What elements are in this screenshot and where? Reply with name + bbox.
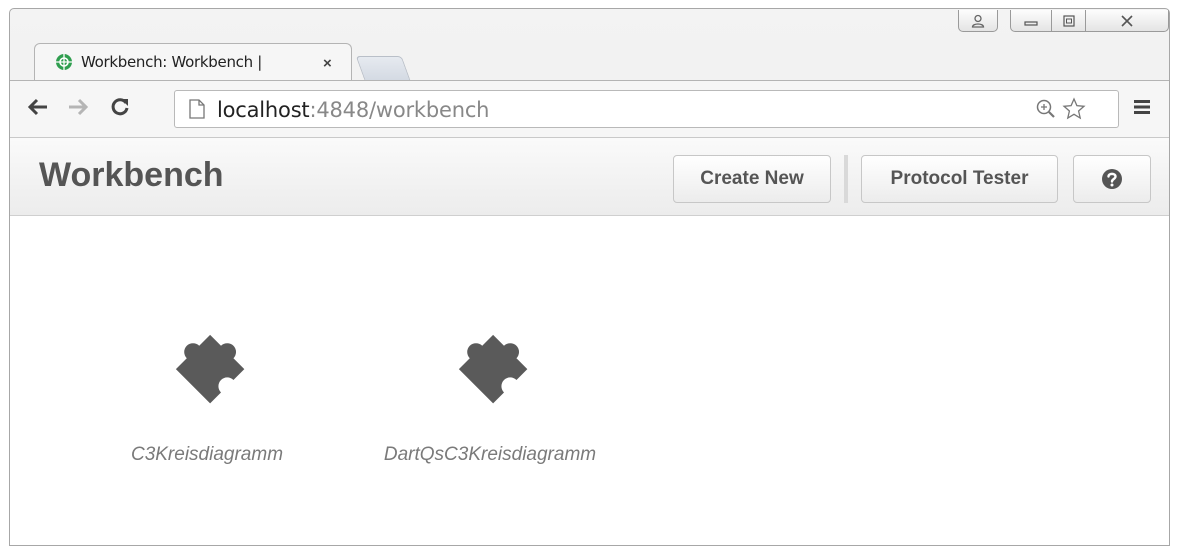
tab-title: Workbench: Workbench |: [81, 53, 263, 71]
extension-item[interactable]: C3Kreisdiagramm: [87, 311, 327, 466]
new-tab-button[interactable]: [355, 56, 411, 80]
back-button[interactable]: [27, 97, 49, 121]
close-icon: [1121, 14, 1133, 27]
address-bar[interactable]: localhost:4848/workbench: [174, 90, 1119, 128]
protocol-tester-button[interactable]: Protocol Tester: [861, 155, 1058, 203]
zoom-icon[interactable]: [1036, 99, 1056, 119]
header-divider: [844, 155, 848, 203]
arrow-left-icon: [27, 98, 47, 116]
forward-button[interactable]: [67, 97, 89, 121]
profile-button[interactable]: [958, 10, 998, 32]
puzzle-icon: [458, 334, 528, 404]
extension-item[interactable]: DartQsC3Kreisdiagramm: [370, 311, 610, 466]
browser-tab[interactable]: Workbench: Workbench | ×: [34, 43, 352, 81]
maximize-button[interactable]: [1051, 10, 1086, 32]
reload-icon: [111, 98, 129, 116]
menu-icon[interactable]: [1133, 99, 1151, 115]
minimize-button[interactable]: [1010, 10, 1052, 32]
page-title: Workbench: [39, 156, 224, 194]
browser-toolbar: localhost:4848/workbench: [10, 80, 1169, 138]
minimize-icon: [1024, 20, 1038, 26]
app-header: Workbench Create New Protocol Tester: [10, 138, 1169, 216]
qlik-favicon-icon: [56, 54, 72, 70]
browser-window: Workbench: Workbench | × localhost:4848/…: [9, 8, 1170, 546]
url-text: localhost:4848/workbench: [217, 98, 489, 122]
puzzle-icon: [175, 334, 245, 404]
arrow-right-icon: [69, 98, 89, 116]
workbench-content: C3Kreisdiagramm DartQsC3Kreisdiagramm: [10, 216, 1169, 545]
url-path: :4848/workbench: [309, 98, 490, 122]
reload-button[interactable]: [110, 97, 130, 121]
question-circle-icon: [1102, 169, 1122, 189]
extension-name: DartQsC3Kreisdiagramm: [383, 444, 597, 465]
tab-close-button[interactable]: ×: [323, 55, 332, 72]
close-window-button[interactable]: [1085, 10, 1169, 32]
person-icon: [971, 14, 985, 28]
url-host: localhost: [217, 98, 310, 122]
page-icon: [189, 99, 205, 119]
restore-icon: [1062, 14, 1075, 27]
create-new-button[interactable]: Create New: [673, 155, 831, 203]
star-icon[interactable]: [1062, 97, 1086, 121]
extension-name: C3Kreisdiagramm: [130, 444, 284, 465]
help-button[interactable]: [1073, 155, 1151, 203]
